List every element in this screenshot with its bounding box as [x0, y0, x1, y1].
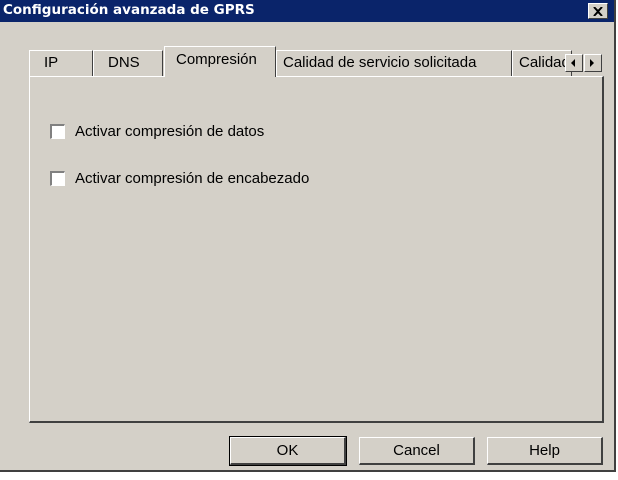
arrow-right-icon [590, 59, 594, 67]
cancel-button[interactable]: Cancel [359, 437, 475, 465]
tab-calidad-solicitada[interactable]: Calidad de servicio solicitada [276, 50, 512, 76]
tab-calidad-minima[interactable]: Calidad de servicio mínima [512, 50, 572, 76]
help-button[interactable]: Help [487, 437, 603, 465]
dialog-window: Configuración avanzada de GPRS IP DNS Co… [0, 0, 616, 472]
ok-button[interactable]: OK [229, 436, 347, 466]
tab-scroll-right-button[interactable] [584, 54, 602, 72]
data-compression-label: Activar compresión de datos [75, 122, 265, 140]
arrow-left-icon [571, 59, 575, 67]
tab-compresion[interactable]: Compresión [164, 46, 276, 77]
header-compression-option[interactable]: Activar compresión de encabezado [50, 169, 309, 187]
close-button[interactable] [588, 3, 608, 19]
tab-scroll-left-button[interactable] [565, 54, 583, 72]
tab-ip[interactable]: IP [29, 50, 93, 76]
window-title: Configuración avanzada de GPRS [3, 2, 255, 18]
data-compression-checkbox[interactable] [50, 123, 65, 139]
close-icon [593, 7, 603, 16]
title-bar[interactable]: Configuración avanzada de GPRS [0, 0, 614, 22]
header-compression-checkbox[interactable] [50, 170, 65, 186]
header-compression-label: Activar compresión de encabezado [75, 169, 310, 187]
data-compression-option[interactable]: Activar compresión de datos [50, 122, 264, 140]
tab-dns[interactable]: DNS [93, 50, 163, 76]
